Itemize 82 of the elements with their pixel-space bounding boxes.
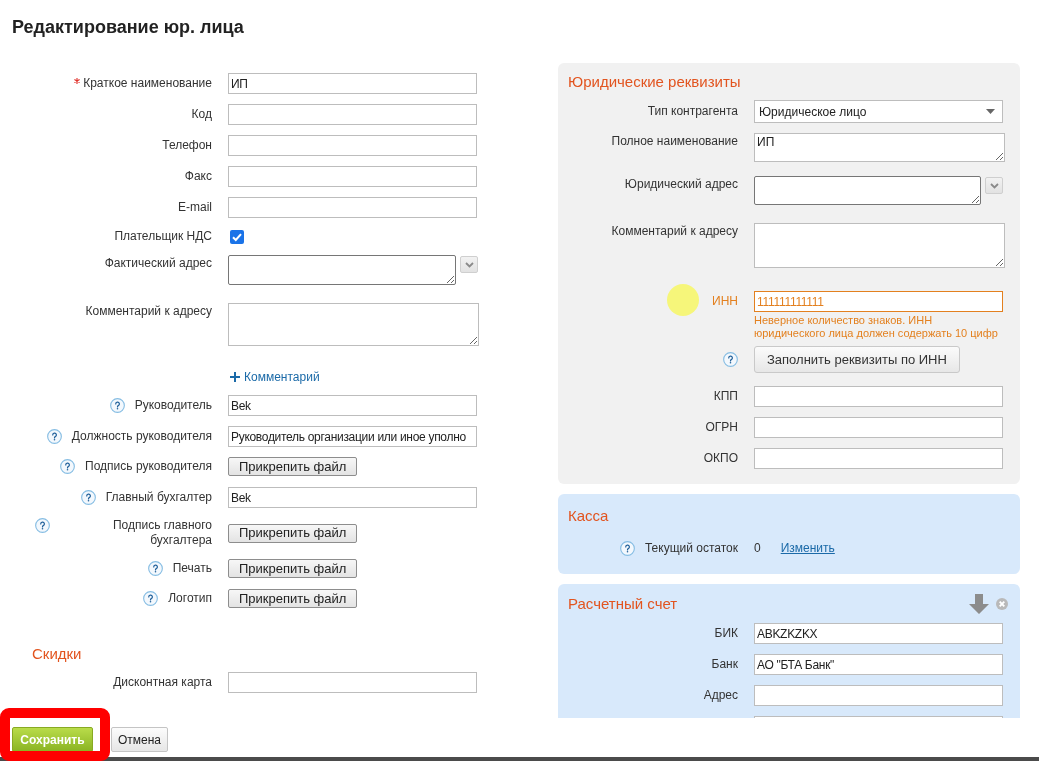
field-label: ОКПО bbox=[703, 451, 738, 466]
field-label: Полное наименование bbox=[611, 134, 738, 149]
help-icon[interactable] bbox=[143, 591, 159, 606]
text-field[interactable] bbox=[228, 672, 477, 693]
fill-details-button[interactable]: Заполнить реквизиты по ИНН bbox=[754, 346, 960, 373]
field-label: Факс bbox=[184, 169, 212, 184]
attach-file-button[interactable]: Прикрепить файл bbox=[228, 457, 358, 476]
checkbox[interactable] bbox=[230, 230, 244, 244]
page-title: Редактирование юр. лица bbox=[12, 16, 244, 39]
text-area[interactable] bbox=[228, 303, 479, 346]
field-label: Тип контрагента bbox=[647, 104, 738, 119]
attach-file-button[interactable]: Прикрепить файл bbox=[228, 589, 358, 608]
field-label: Печать bbox=[172, 561, 212, 576]
field-label: Юридический адрес bbox=[624, 177, 738, 192]
text-field[interactable] bbox=[228, 166, 477, 187]
field-label: Дисконтная карта bbox=[113, 675, 212, 690]
down-arrow-icon[interactable] bbox=[969, 594, 989, 614]
text-field[interactable]: Bek bbox=[228, 395, 477, 416]
text-field[interactable] bbox=[754, 386, 1003, 407]
text-field[interactable] bbox=[754, 685, 1003, 706]
help-icon[interactable] bbox=[80, 490, 96, 505]
change-link[interactable]: Изменить bbox=[780, 541, 835, 556]
text-field[interactable]: Bek bbox=[228, 487, 477, 508]
balance-value: 0 bbox=[754, 541, 761, 556]
field-label: Подпись главного бухгалтера bbox=[111, 518, 212, 548]
field-label: Фактический адрес bbox=[104, 256, 212, 271]
address-dropdown-button[interactable] bbox=[985, 177, 1003, 194]
field-label: Логотип bbox=[168, 591, 212, 606]
address-field[interactable] bbox=[754, 176, 981, 205]
text-field[interactable] bbox=[754, 448, 1003, 469]
field-label: Код bbox=[191, 107, 212, 122]
help-icon[interactable] bbox=[619, 541, 635, 556]
text-field[interactable]: ABKZKZKX bbox=[754, 623, 1003, 644]
help-icon[interactable] bbox=[46, 429, 62, 444]
field-label: Комментарий к адресу bbox=[611, 224, 738, 239]
section-title: Юридические реквизиты bbox=[568, 73, 741, 91]
field-label: Краткое наименование bbox=[83, 76, 212, 91]
field-label: БИК bbox=[714, 626, 738, 641]
cancel-button[interactable]: Отмена bbox=[111, 727, 168, 752]
attach-file-button[interactable]: Прикрепить файл bbox=[228, 559, 358, 578]
close-icon[interactable] bbox=[996, 598, 1008, 610]
text-field[interactable]: ИП bbox=[228, 73, 477, 94]
section-title: Расчетный счет bbox=[568, 595, 678, 613]
caret-icon bbox=[986, 109, 995, 114]
help-icon[interactable] bbox=[109, 398, 125, 413]
field-label: ИНН bbox=[712, 294, 738, 309]
attach-file-button[interactable]: Прикрепить файл bbox=[228, 523, 358, 543]
field-label: Банк bbox=[711, 657, 738, 672]
field-label: Адрес bbox=[703, 688, 738, 703]
text-field[interactable]: АО "БТА Банк" bbox=[754, 654, 1003, 675]
text-field[interactable] bbox=[754, 417, 1003, 438]
field-label: Плательщик НДС bbox=[114, 229, 212, 244]
plus-icon bbox=[230, 372, 240, 382]
field-label: E-mail bbox=[178, 200, 212, 215]
help-icon[interactable] bbox=[723, 352, 738, 367]
text-field[interactable] bbox=[228, 197, 477, 218]
text-field[interactable]: Руководитель организации или иное уполно bbox=[228, 426, 477, 447]
text-area[interactable] bbox=[754, 223, 1005, 268]
address-field[interactable] bbox=[228, 255, 456, 285]
type-select[interactable]: Юридическое лицо bbox=[754, 100, 1003, 123]
field-label: ОГРН bbox=[705, 420, 738, 435]
field-label: Руководитель bbox=[134, 398, 212, 413]
add-comment-link[interactable]: Комментарий bbox=[230, 370, 320, 384]
field-label: Телефон bbox=[162, 138, 212, 153]
field-label: КПП bbox=[713, 389, 738, 404]
text-area[interactable]: ИП bbox=[754, 133, 1005, 162]
chevron-down-icon bbox=[464, 261, 474, 268]
field-label: Комментарий к адресу bbox=[85, 304, 212, 319]
field-label: Подпись руководителя bbox=[85, 459, 212, 474]
section-title: Скидки bbox=[32, 645, 82, 663]
error-message: Неверное количество знаков. ИНН юридического лица должен содержать 10 цифр bbox=[754, 314, 999, 340]
text-field[interactable] bbox=[228, 104, 477, 125]
help-icon[interactable] bbox=[35, 518, 50, 533]
help-icon[interactable] bbox=[60, 459, 76, 474]
help-icon[interactable] bbox=[147, 561, 163, 576]
text-field[interactable] bbox=[228, 135, 477, 156]
chevron-down-icon bbox=[989, 182, 999, 189]
field-label: Главный бухгалтер bbox=[105, 490, 212, 505]
field-label: Должность руководителя bbox=[71, 429, 212, 444]
field-label: Текущий остаток bbox=[644, 541, 738, 556]
address-dropdown-button[interactable] bbox=[460, 256, 478, 273]
section-title: Касса bbox=[568, 507, 609, 525]
